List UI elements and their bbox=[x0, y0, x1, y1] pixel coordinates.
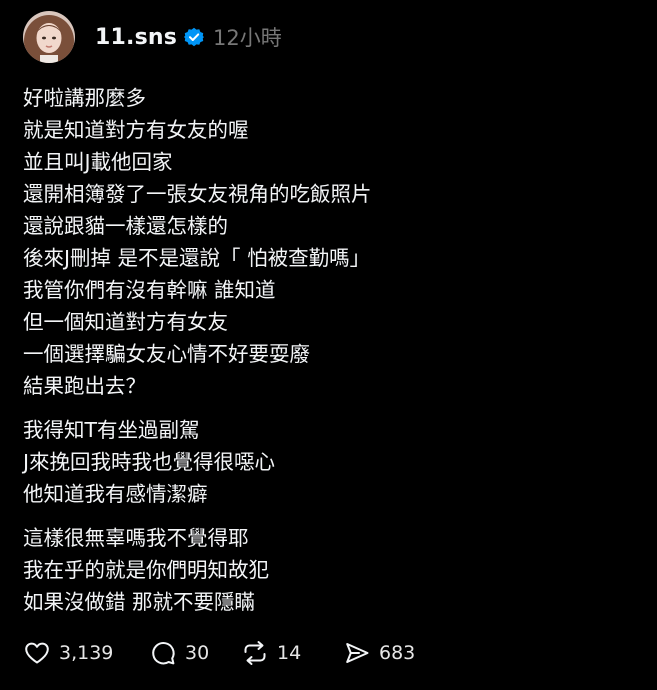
repost-arrows-icon bbox=[241, 639, 269, 667]
avatar[interactable] bbox=[23, 11, 75, 63]
paragraph: 好啦講那麼多 就是知道對方有女友的喔 並且叫J載他回家 還開相簿發了一張女友視角… bbox=[23, 82, 623, 402]
repost-button[interactable]: 14 bbox=[241, 639, 343, 667]
like-button[interactable]: 3,139 bbox=[23, 639, 149, 667]
action-bar: 3,139 30 14 683 bbox=[23, 638, 415, 668]
text-line: 並且叫J載他回家 bbox=[23, 150, 173, 174]
text-line: 還說跟貓一樣還怎樣的 bbox=[23, 214, 228, 238]
reply-button[interactable]: 30 bbox=[149, 639, 241, 667]
text-line: 好啦講那麼多 bbox=[23, 86, 146, 110]
text-line: 但一個知道對方有女友 bbox=[23, 310, 228, 334]
text-line: 還開相簿發了一張女友視角的吃飯照片 bbox=[23, 182, 372, 206]
reply-count: 30 bbox=[185, 642, 210, 664]
post-body: 好啦講那麼多 就是知道對方有女友的喔 並且叫J載他回家 還開相簿發了一張女友視角… bbox=[23, 82, 623, 618]
text-line: 我管你們有沒有幹嘛 誰知道 bbox=[23, 278, 276, 302]
avatar-image bbox=[23, 11, 75, 63]
text-line: 一個選擇騙女友心情不好要耍廢 bbox=[23, 342, 310, 366]
text-line: J來挽回我時我也覺得很噁心 bbox=[23, 450, 276, 474]
post-header: 11.sns 12小時 bbox=[23, 11, 282, 63]
heart-icon bbox=[23, 639, 51, 667]
text-line: 我得知T有坐過副駕 bbox=[23, 418, 200, 442]
text-line: 如果沒做錯 那就不要隱瞞 bbox=[23, 590, 256, 614]
share-button[interactable]: 683 bbox=[343, 639, 415, 667]
text-line: 這樣很無辜嗎我不覺得耶 bbox=[23, 526, 249, 550]
text-line: 就是知道對方有女友的喔 bbox=[23, 118, 249, 142]
paragraph: 這樣很無辜嗎我不覺得耶 我在乎的就是你們明知故犯 如果沒做錯 那就不要隱瞞 bbox=[23, 522, 623, 618]
comment-bubble-icon bbox=[149, 639, 177, 667]
repost-count: 14 bbox=[277, 642, 302, 664]
post-timestamp[interactable]: 12小時 bbox=[213, 22, 282, 52]
send-icon bbox=[343, 639, 371, 667]
verified-badge-icon bbox=[184, 27, 205, 47]
text-line: 結果跑出去？ bbox=[23, 374, 146, 398]
paragraph: 我得知T有坐過副駕 J來挽回我時我也覺得很噁心 他知道我有感情潔癖 bbox=[23, 414, 623, 510]
username[interactable]: 11.sns bbox=[95, 25, 177, 50]
like-count: 3,139 bbox=[59, 642, 114, 664]
text-line: 我在乎的就是你們明知故犯 bbox=[23, 558, 269, 582]
text-line: 他知道我有感情潔癖 bbox=[23, 482, 208, 506]
text-line: 後來J刪掉 是不是還說「 怕被查勤嗎」 bbox=[23, 246, 371, 270]
share-count: 683 bbox=[379, 642, 416, 664]
